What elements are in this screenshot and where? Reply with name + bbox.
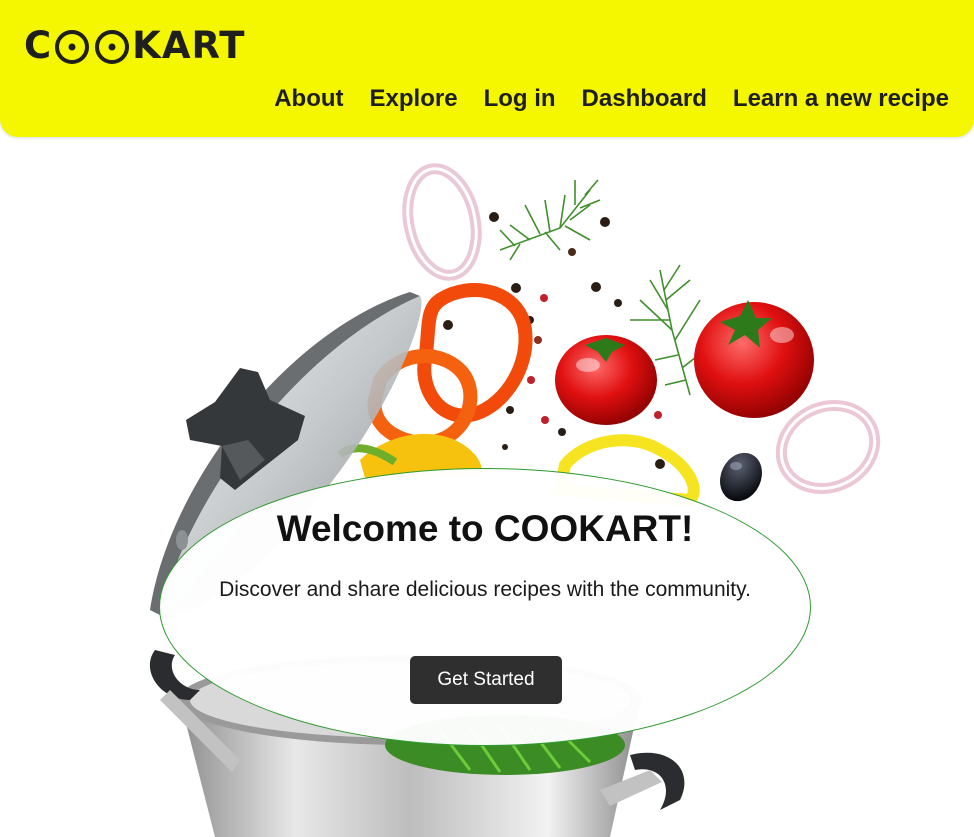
black-olive xyxy=(720,452,762,502)
logo-text-kart: KART xyxy=(132,24,246,67)
logo-letter-c: C xyxy=(24,24,53,67)
welcome-title: Welcome to COOKART! xyxy=(276,508,694,549)
logo-o-icon xyxy=(92,24,132,68)
logo-o-icon xyxy=(52,24,92,68)
nav-link-explore[interactable]: Explore xyxy=(370,84,458,114)
cookart-logo[interactable]: C KART xyxy=(24,24,246,68)
site-header: C KART About Explore Log in Dashboard Le… xyxy=(0,0,974,137)
onion-ring-top xyxy=(402,163,482,281)
main-nav: About Explore Log in Dashboard Learn a n… xyxy=(248,84,949,114)
welcome-subtitle: Discover and share delicious recipes wit… xyxy=(219,578,751,601)
tomato-right xyxy=(694,300,814,418)
nav-link-dashboard[interactable]: Dashboard xyxy=(582,84,707,114)
tomato-left xyxy=(555,335,657,425)
nav-link-login[interactable]: Log in xyxy=(484,84,556,114)
dill-sprig-top xyxy=(499,179,601,261)
nav-link-learn-recipe[interactable]: Learn a new recipe xyxy=(733,84,949,114)
nav-link-about[interactable]: About xyxy=(274,84,343,114)
get-started-button[interactable]: Get Started xyxy=(410,656,562,704)
